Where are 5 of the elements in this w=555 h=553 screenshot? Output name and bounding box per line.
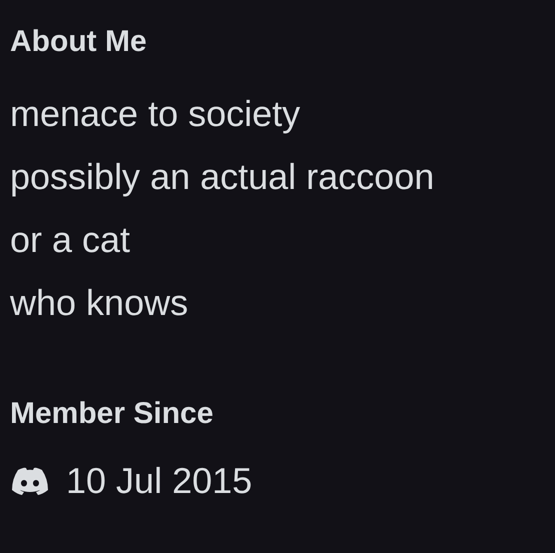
section-heading: About Me <box>10 24 148 60</box>
logo-icon <box>10 466 50 496</box>
member-since-date: 10 Jul 2015 <box>66 459 252 503</box>
bio-text: menace to society possibly an actual raccoon or a cat who knows <box>10 92 436 325</box>
section-heading: Member Since <box>10 396 214 432</box>
